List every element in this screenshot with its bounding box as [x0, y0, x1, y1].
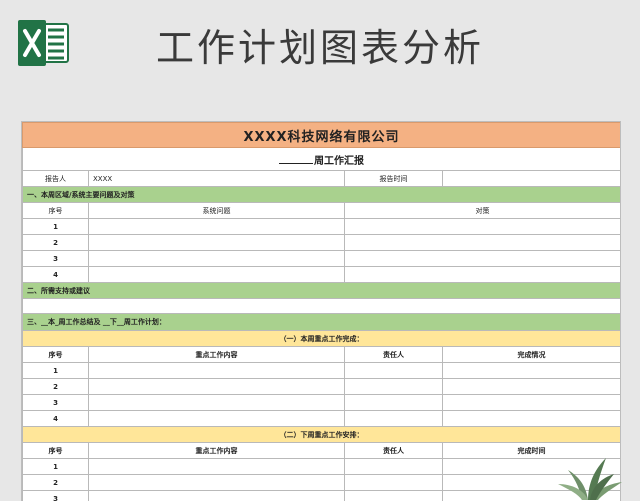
spreadsheet: XXXX科技网络有限公司 周工作汇报 报告人 XXXX 报告时间 一、本周区域/… [21, 121, 621, 501]
issue-cell[interactable] [89, 219, 345, 235]
row-index: 4 [23, 411, 89, 427]
report-time-label: 报告时间 [345, 171, 443, 187]
col-header-index: 序号 [23, 443, 89, 459]
task-cell[interactable] [89, 411, 345, 427]
status-cell[interactable] [443, 411, 621, 427]
col-header-measure: 对策 [345, 203, 621, 219]
status-cell[interactable] [443, 379, 621, 395]
row-index: 2 [23, 235, 89, 251]
owner-cell[interactable] [345, 459, 443, 475]
report-time-cell[interactable] [443, 171, 621, 187]
col-header-owner: 责任人 [345, 347, 443, 363]
row-index: 2 [23, 475, 89, 491]
col-header-index: 序号 [23, 347, 89, 363]
issue-cell[interactable] [89, 235, 345, 251]
task-cell[interactable] [89, 363, 345, 379]
task-cell[interactable] [89, 395, 345, 411]
subsection-next-week-title: （二）下周重点工作安排： [23, 427, 621, 443]
reporter-label: 报告人 [23, 171, 89, 187]
support-cell[interactable] [23, 299, 621, 314]
col-header-task: 重点工作内容 [89, 443, 345, 459]
reporter-cell[interactable]: XXXX [89, 171, 345, 187]
task-cell[interactable] [89, 379, 345, 395]
row-index: 3 [23, 491, 89, 501]
col-header-status: 完成情况 [443, 347, 621, 363]
row-index: 3 [23, 251, 89, 267]
owner-cell[interactable] [345, 411, 443, 427]
task-cell[interactable] [89, 475, 345, 491]
task-cell[interactable] [89, 459, 345, 475]
report-title: 周工作汇报 [23, 148, 621, 171]
task-cell[interactable] [89, 491, 345, 501]
section-3-title: 三、__本_周工作总结及 __下__周工作计划： [23, 314, 621, 331]
plant-decoration [548, 440, 628, 500]
owner-cell[interactable] [345, 475, 443, 491]
measure-cell[interactable] [345, 235, 621, 251]
issue-cell[interactable] [89, 251, 345, 267]
status-cell[interactable] [443, 395, 621, 411]
owner-cell[interactable] [345, 491, 443, 501]
measure-cell[interactable] [345, 267, 621, 283]
report-table: XXXX科技网络有限公司 周工作汇报 报告人 XXXX 报告时间 一、本周区域/… [22, 122, 621, 501]
row-index: 4 [23, 267, 89, 283]
section-2-title: 二、所需支持或建议 [23, 283, 621, 299]
week-blank[interactable] [279, 154, 313, 164]
row-index: 1 [23, 363, 89, 379]
row-index: 3 [23, 395, 89, 411]
company-name: XXXX科技网络有限公司 [23, 123, 621, 148]
owner-cell[interactable] [345, 363, 443, 379]
col-header-index: 序号 [23, 203, 89, 219]
banner: 工作计划图表分析 [0, 0, 640, 110]
row-index: 1 [23, 459, 89, 475]
owner-cell[interactable] [345, 395, 443, 411]
issue-cell[interactable] [89, 267, 345, 283]
measure-cell[interactable] [345, 251, 621, 267]
owner-cell[interactable] [345, 379, 443, 395]
page-title: 工作计划图表分析 [0, 17, 640, 72]
section-1-title: 一、本周区域/系统主要问题及对策 [23, 187, 621, 203]
subsection-this-week-title: （一）本周重点工作完成： [23, 331, 621, 347]
col-header-owner: 责任人 [345, 443, 443, 459]
row-index: 2 [23, 379, 89, 395]
col-header-task: 重点工作内容 [89, 347, 345, 363]
measure-cell[interactable] [345, 219, 621, 235]
row-index: 1 [23, 219, 89, 235]
col-header-issue: 系统问题 [89, 203, 345, 219]
status-cell[interactable] [443, 363, 621, 379]
